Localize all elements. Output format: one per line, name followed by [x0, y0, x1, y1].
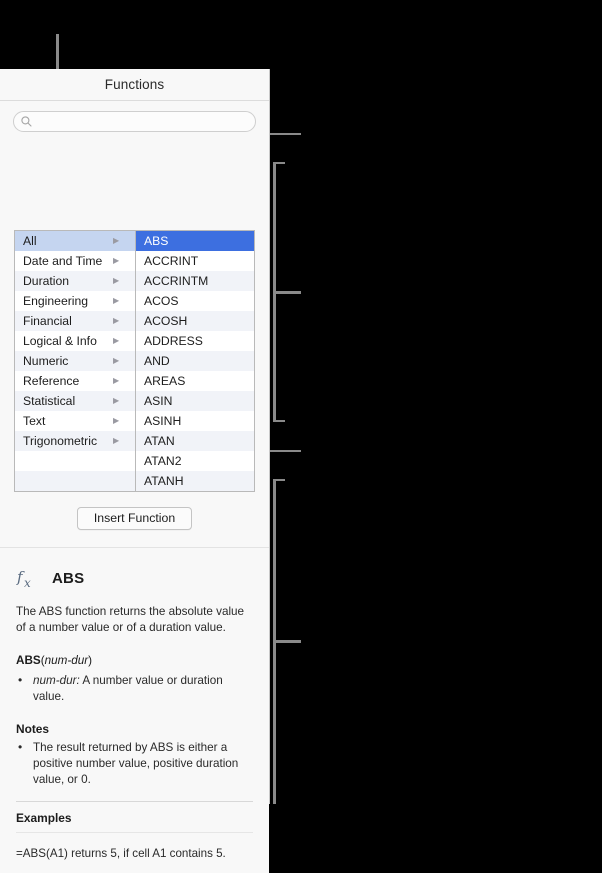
function-label: ACOSH: [144, 314, 188, 328]
function-row[interactable]: ACCRINT: [136, 251, 254, 271]
submenu-arrow-icon: ▶: [113, 396, 120, 405]
panel-title: Functions: [0, 69, 269, 101]
function-label: ACCRINT: [144, 254, 199, 268]
submenu-arrow-icon: ▶: [113, 376, 120, 385]
function-syntax: ABS(num-dur): [16, 653, 253, 669]
submenu-arrow-icon: ▶: [113, 416, 120, 425]
function-label: ATANH: [144, 474, 184, 488]
submenu-arrow-icon: ▶: [113, 356, 120, 365]
category-row[interactable]: Numeric ▶: [15, 351, 135, 371]
submenu-arrow-icon: ▶: [113, 276, 120, 285]
function-label: AREAS: [144, 374, 186, 388]
function-description: The ABS function returns the absolute va…: [16, 605, 245, 634]
note-item: The result returned by ABS is either a p…: [16, 739, 253, 788]
syntax-close-paren: ): [88, 654, 93, 667]
syntax-args: num-dur: [44, 654, 89, 667]
insert-function-row: Insert Function: [0, 507, 269, 530]
callout-bracket-list-top: [273, 162, 285, 164]
function-row[interactable]: ABS: [136, 231, 254, 251]
category-label: All: [23, 234, 37, 248]
callout-bracket-detail-top: [273, 479, 285, 481]
submenu-arrow-icon: ▶: [113, 336, 120, 345]
examples-divider-top: [16, 801, 253, 802]
category-label: Date and Time: [23, 254, 103, 268]
fx-icon: f x: [16, 566, 42, 590]
svg-text:x: x: [24, 576, 31, 590]
example-item: =ABS(A1) returns 5, if cell A1 contains …: [16, 847, 226, 860]
category-row[interactable]: Reference ▶: [15, 371, 135, 391]
category-list[interactable]: All ▶ Date and Time ▶ Duration ▶ Engineering ▶ F…: [15, 231, 136, 491]
function-name-heading: ABS: [52, 569, 85, 587]
search-icon: [21, 116, 32, 127]
function-label: ABS: [144, 234, 169, 248]
examples-divider-bottom: [16, 832, 253, 833]
function-label: ACCRINTM: [144, 274, 209, 288]
callout-bracket-list-bottom: [273, 420, 285, 422]
argument-item: num-dur: A number value or duration valu…: [16, 672, 253, 705]
callout-bracket-list-stem: [273, 291, 301, 294]
category-label: Text: [23, 414, 46, 428]
submenu-arrow-icon: ▶: [113, 316, 120, 325]
function-row[interactable]: ACCRINTM: [136, 271, 254, 291]
category-label: Duration: [23, 274, 70, 288]
function-list[interactable]: ABS ACCRINT ACCRINTM ACOS ACOSH ADDRESS AND ARE…: [136, 231, 254, 491]
category-label: Engineering: [23, 294, 89, 308]
notes-list: The result returned by ABS is either a p…: [16, 739, 253, 788]
syntax-name: ABS: [16, 654, 41, 667]
notes-heading: Notes: [16, 722, 50, 736]
submenu-arrow-icon: ▶: [113, 236, 120, 245]
submenu-arrow-icon: ▶: [113, 256, 120, 265]
argument-term: num-dur:: [33, 674, 80, 687]
category-label: Numeric: [23, 354, 69, 368]
category-label: Logical & Info: [23, 334, 97, 348]
examples-heading: Examples: [16, 811, 72, 825]
search-input[interactable]: [32, 112, 248, 131]
category-label: Trigonometric: [23, 434, 98, 448]
search-bar: [0, 101, 269, 142]
function-label: ADDRESS: [144, 334, 203, 348]
category-row[interactable]: Trigonometric ▶: [15, 431, 135, 451]
category-row-empty: [15, 451, 135, 471]
category-row[interactable]: All ▶: [15, 231, 135, 251]
function-detail-header: f x ABS: [16, 566, 253, 590]
insert-function-button[interactable]: Insert Function: [77, 507, 192, 530]
category-row[interactable]: Financial ▶: [15, 311, 135, 331]
callout-bracket-detail-stem: [273, 640, 301, 643]
category-label: Statistical: [23, 394, 76, 408]
category-row[interactable]: Statistical ▶: [15, 391, 135, 411]
function-label: ATAN2: [144, 454, 182, 468]
submenu-arrow-icon: ▶: [113, 296, 120, 305]
submenu-arrow-icon: ▶: [113, 436, 120, 445]
category-row[interactable]: Text ▶: [15, 411, 135, 431]
category-row[interactable]: Logical & Info ▶: [15, 331, 135, 351]
function-row[interactable]: ATANH: [136, 471, 254, 491]
category-row[interactable]: Date and Time ▶: [15, 251, 135, 271]
argument-list: num-dur: A number value or duration valu…: [16, 672, 253, 705]
function-row[interactable]: ACOS: [136, 291, 254, 311]
function-label: ATAN: [144, 434, 175, 448]
function-row[interactable]: ATAN: [136, 431, 254, 451]
function-label: AND: [144, 354, 170, 368]
category-row[interactable]: Engineering ▶: [15, 291, 135, 311]
function-row[interactable]: ASINH: [136, 411, 254, 431]
function-browser: All ▶ Date and Time ▶ Duration ▶ Engineering ▶ F…: [14, 230, 255, 492]
category-row[interactable]: Duration ▶: [15, 271, 135, 291]
function-row[interactable]: AREAS: [136, 371, 254, 391]
functions-panel: Functions All ▶ Date and Time ▶ Duration ▶ Eng…: [0, 69, 270, 873]
category-label: Financial: [23, 314, 72, 328]
search-field[interactable]: [13, 111, 256, 132]
function-row[interactable]: ATAN2: [136, 451, 254, 471]
function-label: ASIN: [144, 394, 173, 408]
category-row-empty: [15, 471, 135, 491]
function-row[interactable]: ASIN: [136, 391, 254, 411]
function-detail-pane: f x ABS The ABS function returns the abs…: [0, 547, 269, 873]
category-label: Reference: [23, 374, 80, 388]
function-label: ACOS: [144, 294, 179, 308]
function-row[interactable]: ADDRESS: [136, 331, 254, 351]
examples-list: =ABS(A1) returns 5, if cell A1 contains …: [16, 846, 253, 873]
function-row[interactable]: ACOSH: [136, 311, 254, 331]
function-row[interactable]: AND: [136, 351, 254, 371]
function-label: ASINH: [144, 414, 182, 428]
